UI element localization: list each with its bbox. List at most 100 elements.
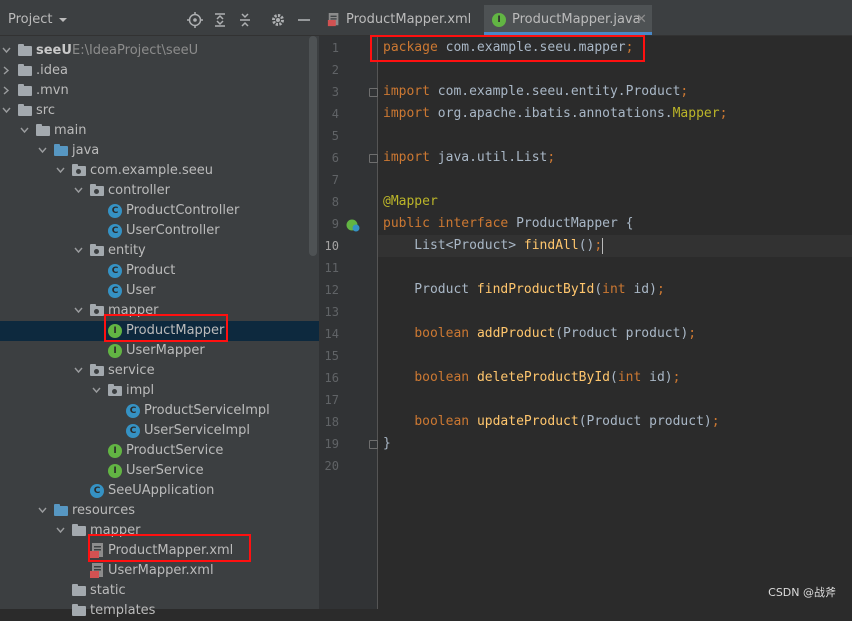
tree-item[interactable]: com.example.seeu [0,161,319,181]
chevron-down-icon[interactable] [2,46,11,55]
tree-item[interactable]: main [0,121,319,141]
tree-item[interactable]: C UserController [0,221,319,241]
chevron-down-icon[interactable] [92,386,101,395]
code-token: com.example.seeu.mapper [437,40,626,55]
tree-item[interactable]: static [0,581,319,601]
tree-item[interactable]: ProductMapper.xml [0,541,319,561]
tree-item[interactable]: C User [0,281,319,301]
code-line: import com.example.seeu.entity.Product; [383,81,688,103]
fold-marker-icon[interactable] [369,88,378,97]
tab-productmapper-java[interactable]: I ProductMapper.java ✕ [484,5,652,35]
code-token: import [383,84,430,99]
chevron-down-icon[interactable] [38,506,47,515]
line-number: 1 [331,41,339,55]
chevron-down-icon[interactable] [2,106,11,115]
code-line: boolean updateProduct(Product product); [383,411,719,433]
tree-scrollbar[interactable] [309,36,317,256]
line-number: 18 [324,415,339,429]
tree-item[interactable]: .idea [0,61,319,81]
gear-icon[interactable] [270,12,286,28]
chevron-down-icon[interactable] [56,166,65,175]
code-token: ; [594,238,603,253]
tree-item[interactable]: resources [0,501,319,521]
code-line: Product findProductById(int id); [383,279,664,301]
tree-item[interactable]: java [0,141,319,161]
tree-item-path: E:\IdeaProject\seeU [72,43,199,58]
tree-item[interactable]: entity [0,241,319,261]
chevron-down-icon[interactable] [20,126,29,135]
hide-icon[interactable] [296,12,312,28]
tree-item[interactable]: seeU E:\IdeaProject\seeU [0,41,319,61]
chevron-down-icon[interactable] [58,13,68,27]
fold-marker-icon[interactable] [369,154,378,163]
spring-app-class-icon: C [90,484,104,498]
folder-icon [72,584,86,596]
code-token: id) [649,370,673,385]
tree-item[interactable]: src [0,101,319,121]
tree-item[interactable]: I UserMapper [0,341,319,361]
project-toolbar: Project [0,5,319,36]
implemented-icon[interactable] [346,218,360,232]
locate-icon[interactable] [187,12,203,28]
code-token: public interface [383,216,517,231]
chevron-down-icon[interactable] [56,526,65,535]
tree-item[interactable]: mapper [0,521,319,541]
tree-item[interactable]: I ProductMapper [0,321,319,341]
tree-item[interactable]: mapper [0,301,319,321]
expand-all-icon[interactable] [212,12,228,28]
tree-item[interactable]: C SeeUApplication [0,481,319,501]
chevron-right-icon[interactable] [2,86,11,95]
code-token: findProductById [476,282,595,297]
tree-item[interactable]: C Product [0,261,319,281]
tree-item[interactable]: impl [0,381,319,401]
tree-item[interactable]: I UserService [0,461,319,481]
chevron-down-icon[interactable] [74,186,83,195]
tree-item-label: ProductService [126,443,224,458]
chevron-down-icon[interactable] [38,146,47,155]
close-icon[interactable]: ✕ [636,5,647,35]
code-token: import [383,106,430,121]
code-line: boolean addProduct(Product product); [383,323,696,345]
tree-item[interactable]: service [0,361,319,381]
package-dot [112,389,117,394]
chevron-right-icon[interactable] [2,66,11,75]
xml-file-icon [327,13,339,27]
line-number: 6 [331,151,339,165]
tree-item[interactable]: C ProductServiceImpl [0,401,319,421]
code-token: ; [688,326,697,341]
package-dot [94,369,99,374]
collapse-all-icon[interactable] [237,12,253,28]
tree-item-label: .mvn [36,83,69,98]
class-icon: C [108,204,122,218]
tree-item[interactable]: I ProductService [0,441,319,461]
tree-item-label: SeeUApplication [108,483,215,498]
chevron-down-icon[interactable] [74,306,83,315]
line-number: 20 [324,459,339,473]
code-token: updateProduct [476,414,579,429]
code-token: int [617,370,650,385]
tree-item-label: service [108,363,155,378]
code-token: @Mapper [383,194,438,209]
tree-item[interactable]: UserMapper.xml [0,561,319,581]
tree-item-label: UserServiceImpl [144,423,251,438]
chevron-down-icon[interactable] [74,246,83,255]
tree-item[interactable]: controller [0,181,319,201]
project-view-title[interactable]: Project [8,5,52,35]
tree-item[interactable]: C UserServiceImpl [0,421,319,441]
chevron-down-icon[interactable] [74,366,83,375]
tree-item[interactable]: .mvn [0,81,319,101]
tab-productmapper-xml[interactable]: ProductMapper.xml [319,5,483,35]
code-line: package com.example.seeu.mapper; [383,37,633,59]
code-token: findAll [523,238,579,253]
tree-item[interactable]: templates [0,601,319,621]
tree-item[interactable]: C ProductController [0,201,319,221]
project-panel: Project seeU E:\IdeaProject\seeU .idea .mvn… [0,5,319,618]
code-token: () [578,238,595,253]
class-icon: C [126,404,140,418]
folder-icon [72,604,86,616]
line-number: 12 [324,283,339,297]
line-number: 14 [324,327,339,341]
code-token: } [383,436,391,451]
fold-marker-icon[interactable] [369,440,378,449]
